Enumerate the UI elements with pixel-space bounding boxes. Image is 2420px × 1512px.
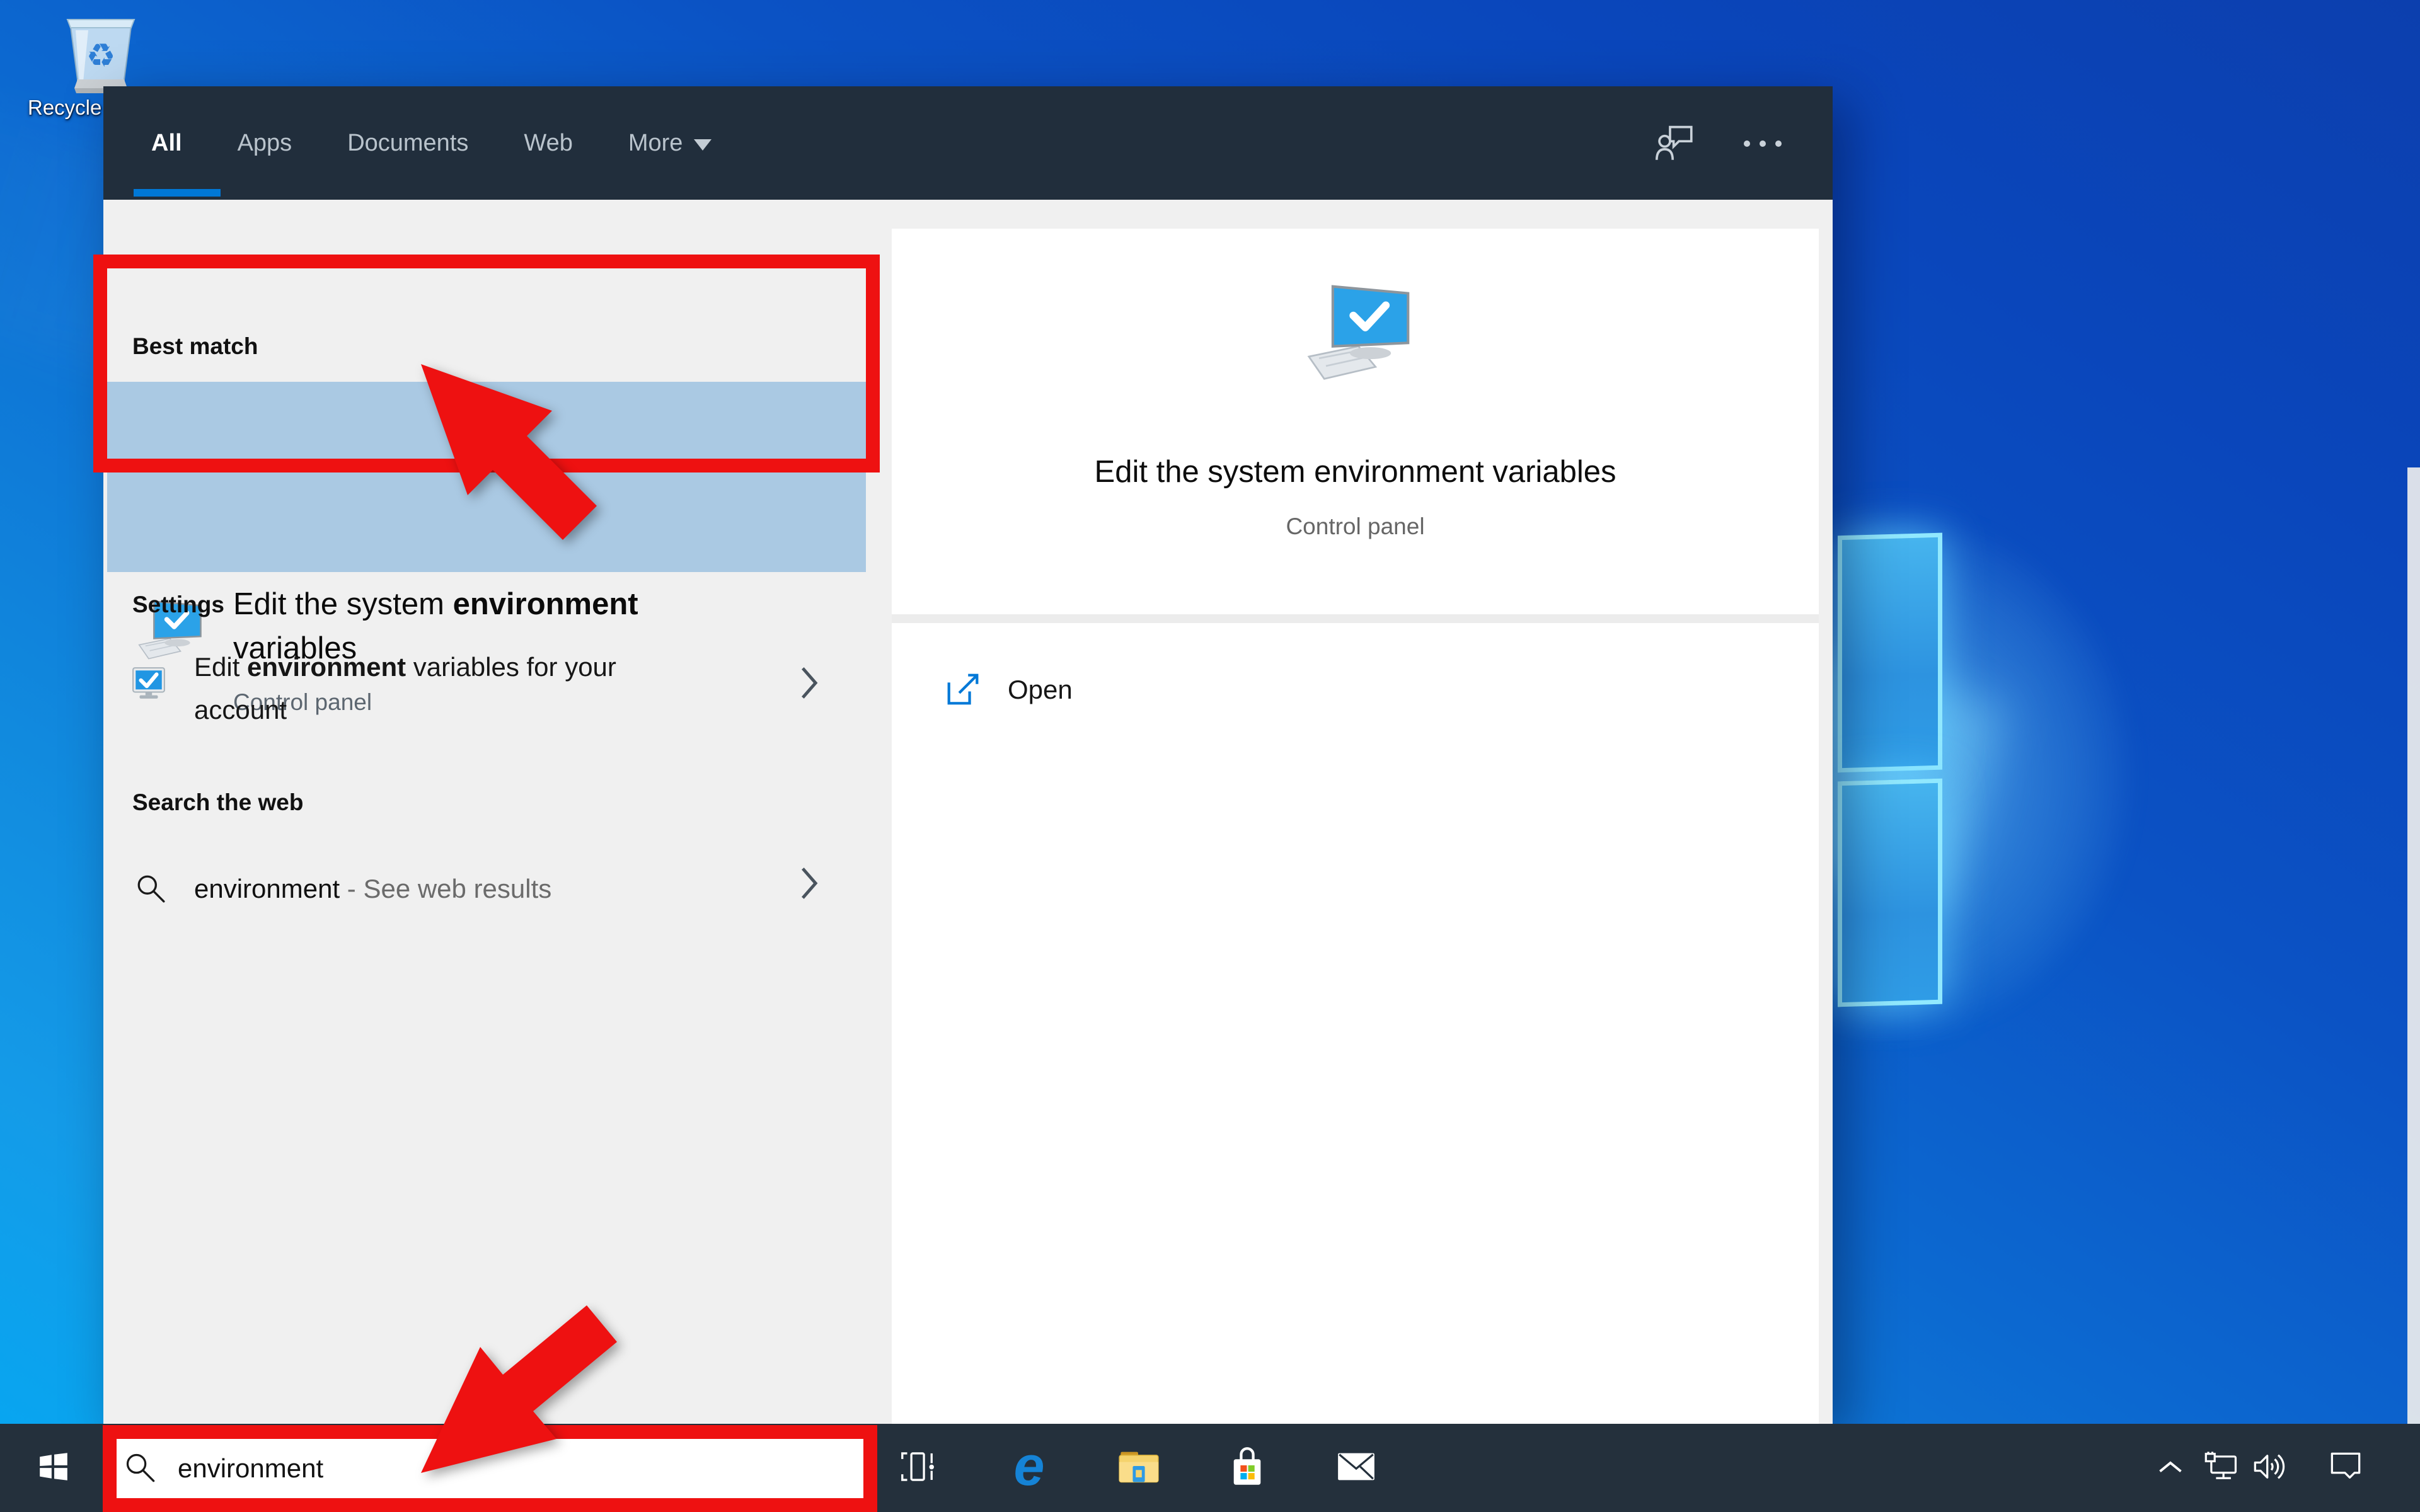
- microsoft-store-icon: [1228, 1446, 1266, 1491]
- tab-all[interactable]: All: [151, 130, 182, 157]
- tab-documents[interactable]: Documents: [347, 130, 468, 157]
- windows-logo-pane-top: [1838, 532, 1942, 773]
- action-center-icon: [2329, 1451, 2362, 1486]
- preview-panel: Edit the system environment variables Co…: [892, 229, 1819, 1424]
- annotation-box-best-match: [93, 255, 880, 472]
- task-view-button[interactable]: [887, 1424, 947, 1512]
- mail-icon: [1337, 1451, 1376, 1486]
- settings-heading: Settings: [132, 592, 224, 617]
- monitor-check-icon: [131, 666, 166, 701]
- settings-item-label: Edit environment variables for your acco…: [194, 652, 616, 724]
- computer-check-icon: [1302, 279, 1422, 386]
- preview-subtitle: Control panel: [1286, 513, 1425, 539]
- web-search-result-item[interactable]: environment - See web results: [103, 846, 892, 941]
- volume-button[interactable]: [2245, 1424, 2295, 1512]
- mail-button[interactable]: [1326, 1424, 1386, 1512]
- windows-logo-icon: [37, 1450, 71, 1487]
- open-action-row[interactable]: Open: [892, 652, 1819, 728]
- chevron-right-icon: [799, 865, 819, 902]
- network-button[interactable]: [2197, 1424, 2247, 1512]
- chevron-right-icon: [799, 665, 819, 701]
- ellipsis-menu-icon[interactable]: [1742, 135, 1783, 152]
- network-ethernet-icon: [2203, 1451, 2241, 1486]
- tab-apps[interactable]: Apps: [238, 130, 292, 157]
- chevron-down-icon: [694, 139, 712, 151]
- tray-expand-button[interactable]: [2145, 1424, 2196, 1512]
- search-icon: [124, 1451, 156, 1487]
- windows-logo-pane-bottom: [1838, 778, 1942, 1007]
- action-center-button[interactable]: [2320, 1424, 2371, 1512]
- volume-icon: [2252, 1452, 2288, 1485]
- file-explorer-icon: [1117, 1448, 1160, 1488]
- microsoft-store-button[interactable]: [1217, 1424, 1277, 1512]
- user-feedback-icon[interactable]: [1655, 124, 1694, 162]
- search-input-value: environment: [178, 1453, 324, 1483]
- settings-result-item[interactable]: Edit environment variables for your acco…: [103, 641, 892, 748]
- open-external-icon: [946, 672, 980, 706]
- chevron-up-icon: [2157, 1458, 2184, 1478]
- edge-browser-button[interactable]: e: [999, 1424, 1059, 1512]
- open-action-label: Open: [1008, 675, 1073, 704]
- svg-text:♻: ♻: [86, 37, 116, 75]
- preview-title: Edit the system environment variables: [1094, 455, 1616, 489]
- search-icon: [135, 873, 166, 904]
- web-search-label: environment - See web results: [194, 874, 552, 903]
- task-view-icon: [897, 1447, 936, 1489]
- taskbar-search-input[interactable]: environment: [124, 1439, 842, 1498]
- tab-web[interactable]: Web: [524, 130, 572, 157]
- file-explorer-button[interactable]: [1109, 1424, 1169, 1512]
- preview-separator: [892, 614, 1819, 623]
- search-the-web-heading: Search the web: [132, 789, 304, 815]
- search-header: All Apps Documents Web More: [103, 86, 1833, 200]
- start-button[interactable]: [23, 1424, 84, 1512]
- active-tab-underline: [134, 189, 221, 197]
- tab-more[interactable]: More: [628, 130, 712, 157]
- edge-browser-icon: e: [1013, 1435, 1045, 1497]
- screen-edge-strip: [2407, 467, 2420, 1512]
